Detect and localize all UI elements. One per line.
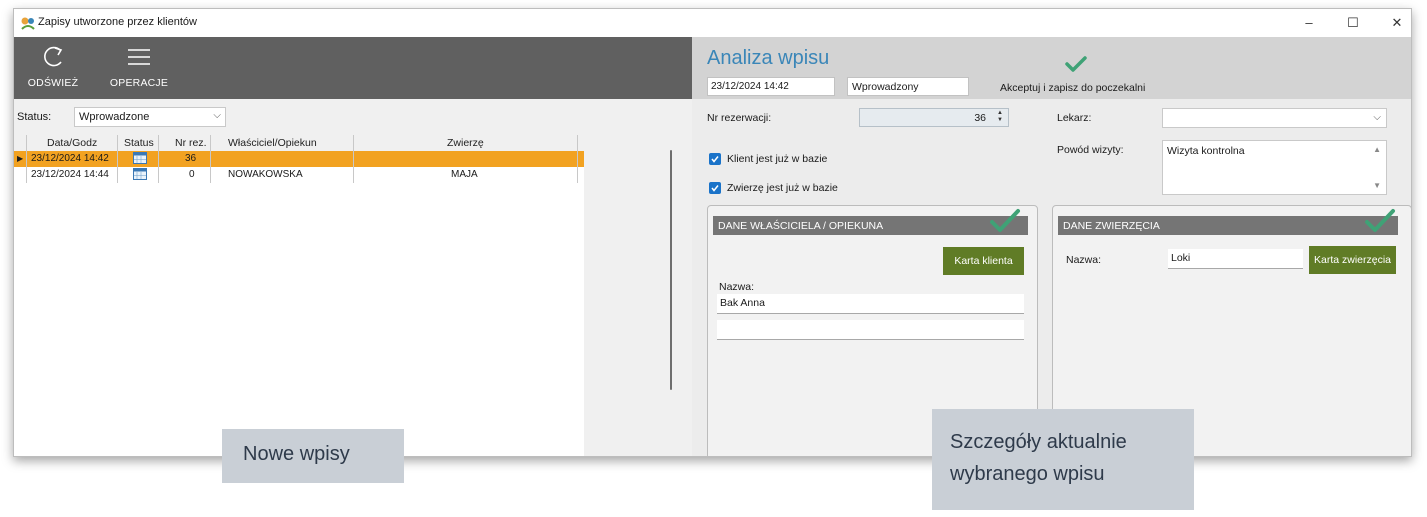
operations-label: OPERACJE (109, 77, 169, 89)
scrollbar[interactable] (666, 150, 676, 390)
check-icon[interactable] (1064, 55, 1088, 73)
title-bar: Zapisy utworzone przez klientów – ☐ ✕ (14, 9, 1411, 37)
grid-divider (353, 135, 354, 183)
pet-in-db-label: Zwierzę jest już w bazie (727, 182, 838, 194)
pet-card-button[interactable]: Karta zwierzęcia (1309, 246, 1396, 274)
table-row[interactable]: ▶ 23/12/2024 14:42 36 (14, 151, 584, 167)
owner-name-label: Nazwa: (719, 281, 755, 293)
cell-nr: 36 (185, 153, 197, 164)
cell-date: 23/12/2024 14:44 (31, 169, 109, 180)
refresh-label: ODŚWIEŻ (27, 77, 79, 89)
entry-state-field[interactable]: Wprowadzony (847, 77, 969, 96)
owner-extra-field[interactable] (717, 320, 1024, 340)
grid-divider (577, 135, 578, 183)
column-header-date[interactable]: Data/Godz (47, 137, 97, 149)
menu-icon (128, 49, 150, 65)
app-logo-icon (21, 17, 35, 30)
reservation-number-value: 36 (974, 112, 986, 124)
window-title: Zapisy utworzone przez klientów (38, 16, 197, 28)
callout-entry-details-line1: Szczegóły aktualnie (950, 431, 1127, 453)
detail-title: Analiza wpisu (707, 47, 830, 69)
calendar-icon (133, 152, 147, 164)
pet-in-db-checkbox[interactable] (709, 182, 721, 194)
chevron-down-icon: ⌵ (213, 110, 221, 121)
scrollbar-thumb[interactable] (670, 150, 672, 390)
status-filter: Status: Wprowadzone ⌵ (14, 107, 692, 129)
toolbar: ODŚWIEŻ OPERACJE (14, 37, 692, 99)
app-window: Zapisy utworzone przez klientów – ☐ ✕ OD… (13, 8, 1412, 457)
pet-name-label: Nazwa: (1066, 254, 1102, 266)
maximize-button[interactable]: ☐ (1331, 9, 1375, 37)
chevron-down-icon: ⌵ (1373, 112, 1381, 123)
grid-divider (158, 135, 159, 183)
check-icon (1365, 209, 1395, 232)
reservation-number-stepper[interactable]: 36 ▲ ▼ (859, 108, 1009, 127)
close-button[interactable]: ✕ (1375, 9, 1411, 37)
pet-name-field[interactable]: Loki (1168, 249, 1303, 269)
grid-divider (26, 135, 27, 183)
client-in-db-label: Klient jest już w bazie (727, 153, 828, 165)
row-pointer-icon: ▶ (17, 154, 24, 163)
checkmark-icon (711, 156, 719, 163)
detail-header: Analiza wpisu 23/12/2024 14:42 Wprowadzo… (692, 37, 1411, 99)
operations-button[interactable]: OPERACJE (102, 37, 176, 99)
grid-divider (210, 135, 211, 183)
owner-panel-title: DANE WŁAŚCICIELA / OPIEKUNA (713, 216, 1028, 235)
callout-new-entries: Nowe wpisy (222, 429, 404, 483)
grid-divider (117, 135, 118, 183)
table-row[interactable]: 23/12/2024 14:44 0 NOWAKOWSKA MAJA (14, 167, 584, 183)
pet-panel-title: DANE ZWIERZĘCIA (1058, 216, 1398, 235)
reason-textarea[interactable]: Wizyta kontrolna ▲ ▼ (1162, 140, 1387, 195)
checkmark-icon (711, 185, 719, 192)
column-header-status[interactable]: Status (124, 137, 154, 149)
detail-body: Nr rezerwacji: 36 ▲ ▼ Klient jest już w b… (692, 99, 1411, 456)
callout-new-entries-text: Nowe wpisy (243, 443, 350, 465)
reason-label: Powód wizyty: (1057, 144, 1124, 156)
nr-label: Nr rezerwacji: (707, 112, 772, 124)
refresh-button[interactable]: ODŚWIEŻ (14, 37, 92, 99)
grid-header: Data/Godz Status Nr rez. Właściciel/Opie… (14, 135, 584, 151)
entries-grid: Data/Godz Status Nr rez. Właściciel/Opie… (14, 135, 584, 456)
column-header-owner[interactable]: Właściciel/Opiekun (228, 137, 317, 149)
column-header-pet[interactable]: Zwierzę (447, 137, 484, 149)
client-card-button[interactable]: Karta klienta (943, 247, 1024, 275)
doctor-dropdown[interactable]: ⌵ (1162, 108, 1387, 128)
reason-value: Wizyta kontrolna (1167, 145, 1245, 157)
doctor-label: Lekarz: (1057, 112, 1092, 124)
status-value: Wprowadzone (79, 111, 150, 123)
refresh-icon (44, 46, 63, 67)
entry-datetime-field[interactable]: 23/12/2024 14:42 (707, 77, 835, 96)
cell-nr: 0 (189, 169, 195, 180)
spinner-arrows-icon[interactable]: ▲ ▼ (994, 110, 1006, 125)
cell-date: 23/12/2024 14:42 (31, 153, 109, 164)
cell-owner: NOWAKOWSKA (228, 169, 303, 180)
callout-entry-details-line2: wybranego wpisu (950, 463, 1105, 485)
column-header-nr[interactable]: Nr rez. (175, 137, 207, 149)
callout-entry-details: Szczegóły aktualnie wybranego wpisu (932, 409, 1194, 510)
minimize-button[interactable]: – (1287, 9, 1331, 37)
scroll-down-icon[interactable]: ▼ (1373, 181, 1381, 190)
check-icon (990, 209, 1020, 232)
cell-pet: MAJA (451, 169, 478, 180)
status-dropdown[interactable]: Wprowadzone ⌵ (74, 107, 226, 127)
accept-button[interactable]: Akceptuj i zapisz do poczekalni (1000, 82, 1145, 94)
owner-name-field[interactable]: Bak Anna (717, 294, 1024, 314)
client-in-db-checkbox[interactable] (709, 153, 721, 165)
scroll-up-icon[interactable]: ▲ (1373, 145, 1381, 154)
calendar-icon (133, 168, 147, 180)
status-label: Status: (17, 111, 52, 123)
